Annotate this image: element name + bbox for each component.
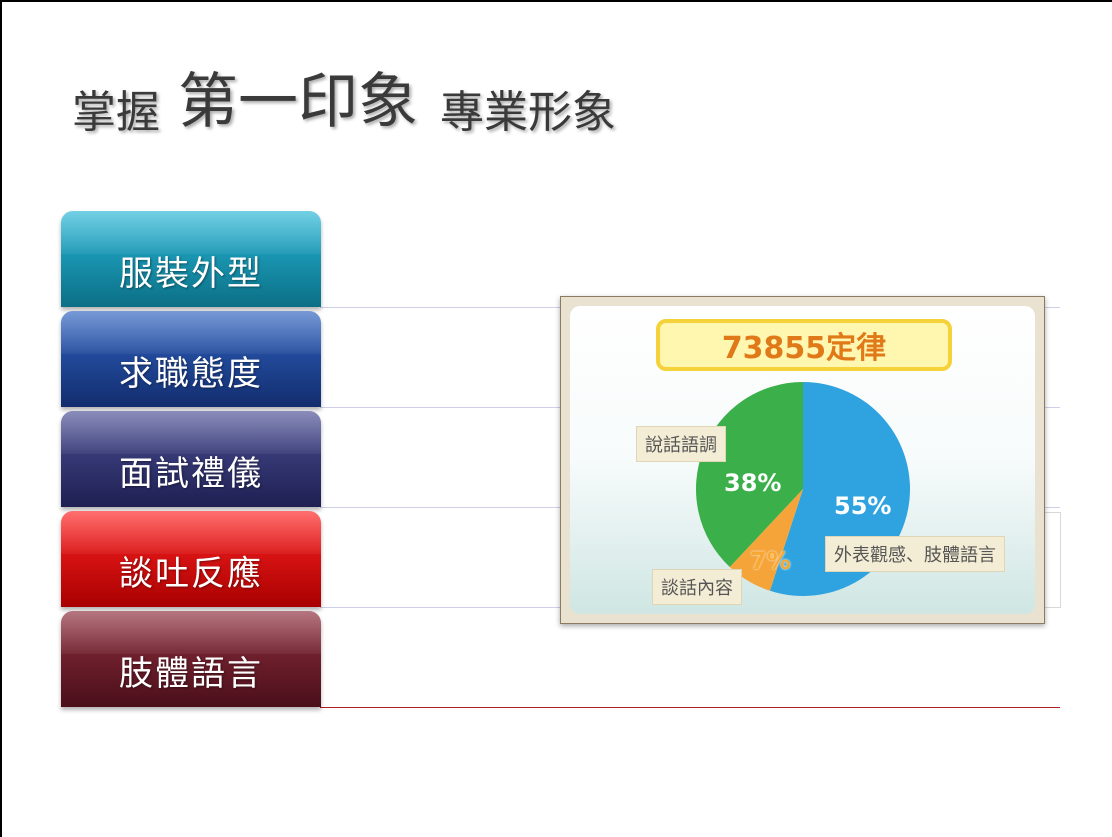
title-part-3: 專業形象 (440, 87, 616, 138)
label-tone: 說話語調 (636, 426, 726, 462)
tile-etiquette[interactable]: 面試禮儀 (61, 411, 321, 507)
tile-label: 談吐反應 (119, 554, 263, 594)
divider-line-red (320, 707, 1060, 708)
tile-label: 服裝外型 (119, 254, 263, 294)
tile-label: 面試禮儀 (119, 454, 263, 494)
tile-label: 求職態度 (119, 354, 263, 394)
frame-left-border (0, 0, 2, 837)
frame-top-border (0, 0, 1112, 2)
slide-title: 掌握 第一印象 專業形象 (72, 67, 616, 140)
tile-appearance[interactable]: 服裝外型 (61, 211, 321, 307)
tile-label: 肢體語言 (119, 654, 263, 694)
title-part-1: 掌握 (72, 87, 160, 138)
title-part-2: 第一印象 (178, 67, 418, 137)
label-content: 談話內容 (652, 569, 742, 605)
tile-body-language[interactable]: 肢體語言 (61, 611, 321, 707)
percent-appearance: 55% (834, 492, 892, 520)
percent-tone: 38% (724, 469, 782, 497)
label-appearance: 外表觀感、肢體語言 (825, 536, 1005, 572)
tile-attitude[interactable]: 求職態度 (61, 311, 321, 407)
side-frame-decoration (1044, 512, 1061, 608)
percent-content: 7% (750, 547, 791, 575)
tile-speech[interactable]: 談吐反應 (61, 511, 321, 607)
chart-panel: 73855定律 說話語調 外表觀感、肢體語言 談話內容 38% 55% 7% (570, 306, 1035, 614)
pie-chart-image: 73855定律 說話語調 外表觀感、肢體語言 談話內容 38% 55% 7% (560, 296, 1045, 624)
